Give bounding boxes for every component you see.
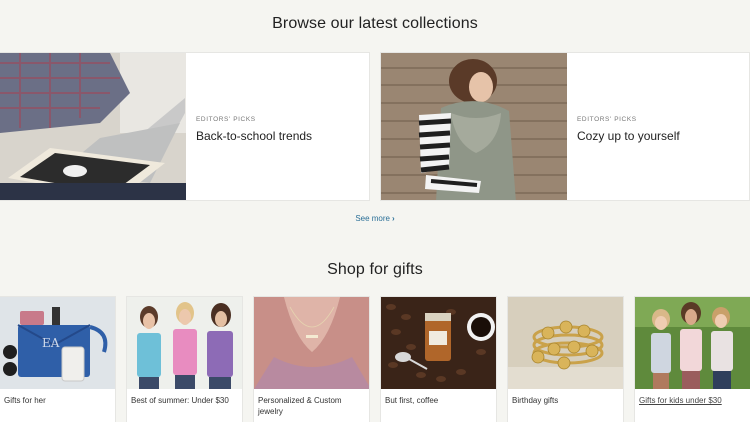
collections-heading: Browse our latest collections	[272, 15, 478, 32]
gift-label[interactable]: Best of summer: Under $30	[127, 389, 242, 407]
collection-image-laptop	[0, 53, 186, 200]
gifts-heading: Shop for gifts	[327, 261, 423, 278]
gift-card-coffee[interactable]: But first, coffee	[380, 296, 497, 422]
gift-card-for-her[interactable]: EA Gifts for her	[0, 296, 116, 422]
gift-label[interactable]: But first, coffee	[381, 389, 496, 407]
collection-title[interactable]: Back-to-school trends	[196, 129, 312, 143]
collection-eyebrow: EDITORS' PICKS	[577, 116, 637, 123]
gift-card-birthday[interactable]: Birthday gifts	[507, 296, 624, 422]
collection-title[interactable]: Cozy up to yourself	[577, 129, 680, 143]
gift-label[interactable]: Personalized & Custom jewelry	[254, 389, 369, 417]
collection-card-cozy[interactable]: EDITORS' PICKS Cozy up to yourself	[380, 52, 750, 201]
gift-card-jewelry[interactable]: Personalized & Custom jewelry	[253, 296, 370, 422]
chevron-right-icon: ›	[392, 214, 395, 223]
collection-eyebrow: EDITORS' PICKS	[196, 116, 256, 123]
gift-image-rings	[508, 297, 623, 389]
see-more-label[interactable]: See more	[355, 214, 390, 223]
gift-label[interactable]: Gifts for kids under $30	[635, 389, 750, 407]
gift-image-coffee	[381, 297, 496, 389]
gift-image-necklace	[254, 297, 369, 389]
gift-image-tanktops	[127, 297, 242, 389]
svg-text:EA: EA	[42, 336, 60, 350]
gift-card-summer[interactable]: Best of summer: Under $30	[126, 296, 243, 422]
gift-card-kids[interactable]: Gifts for kids under $30	[634, 296, 750, 422]
gift-label[interactable]: Birthday gifts	[508, 389, 623, 407]
collection-card-back-to-school[interactable]: EDITORS' PICKS Back-to-school trends	[0, 52, 370, 201]
gift-image-clutch: EA	[0, 297, 115, 389]
gift-label[interactable]: Gifts for her	[0, 389, 115, 407]
gift-image-kids	[635, 297, 750, 389]
see-more-link[interactable]: See more ›	[0, 214, 750, 223]
collection-image-scarf	[381, 53, 567, 200]
